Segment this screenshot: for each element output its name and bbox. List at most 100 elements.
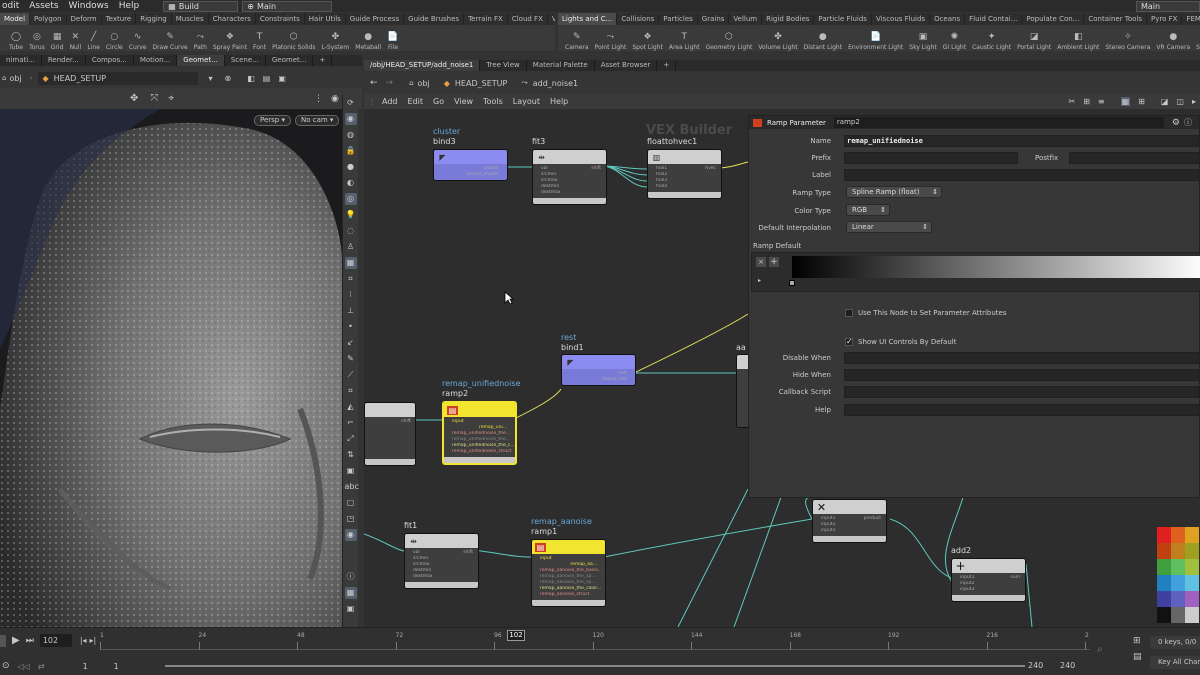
color-swatch-8[interactable] (1185, 559, 1199, 575)
bind3-node[interactable]: ◤ cluster bound_cluster (433, 149, 508, 181)
shelf_left-tool-7[interactable]: ✎ Draw Curve (149, 25, 190, 51)
tool-camera2-icon[interactable]: ▣ (345, 603, 357, 615)
keyframe-icon[interactable]: ⊞ (1133, 636, 1141, 646)
shelf_left-tab-5[interactable]: Muscles (172, 13, 209, 25)
tool-pin-icon[interactable]: ⌗ (345, 385, 357, 397)
next-key-icon[interactable]: ⏭ (26, 636, 34, 646)
color-swatch-10[interactable] (1171, 575, 1185, 591)
shelf_left-tool-4[interactable]: ╱ Line (84, 25, 103, 51)
tool-points-icon[interactable]: ⁝ (345, 289, 357, 301)
net-path-obj[interactable]: obj (418, 79, 430, 88)
tool-abc-icon[interactable]: abc (345, 481, 359, 493)
shelf_left-tool-8[interactable]: ⤳ Path (191, 25, 210, 51)
interpolation-dropdown[interactable]: Linear ⇕ (846, 221, 932, 233)
disable-when-field[interactable] (844, 352, 1199, 364)
help-field[interactable] (844, 404, 1199, 416)
shelf_left-tool-5[interactable]: ○ Circle (103, 25, 126, 51)
camera-button[interactable]: No cam ▾ (295, 115, 340, 126)
shelf_left-tool-6[interactable]: ∿ Curve (126, 25, 150, 51)
shelf_right-tool-8[interactable]: ▣ Sky Light (906, 25, 940, 51)
tool-bulb-icon[interactable]: ◌ (345, 225, 357, 237)
add2-node[interactable]: + input1 input2 input3 sum (951, 558, 1026, 602)
color-swatch-7[interactable] (1171, 559, 1185, 575)
param-node-name-field[interactable]: ramp2 (833, 117, 1164, 128)
ramp2-node-selected[interactable]: ▤ input remap_uni... remap_unifiednoise_th… (442, 401, 517, 465)
shelf_left-tool-3[interactable]: ✕ Null (66, 25, 84, 51)
shelf_right-tool-15[interactable]: ✹Switcher (1193, 25, 1200, 51)
shelf_right-tool-3[interactable]: T Area Light (666, 25, 703, 51)
bind1-node[interactable]: ◤ rest bound_rest (561, 354, 636, 386)
tool-light-icon[interactable]: 💡 (345, 209, 357, 221)
color-swatch-6[interactable] (1157, 559, 1171, 575)
timeline-track[interactable]: 1 24 48 72 96 120 144 168 192 216 2 (100, 632, 1090, 650)
pin-icon[interactable]: ▾ (208, 74, 212, 83)
shelf_left-tool-9[interactable]: ❖ Spray Paint (210, 25, 250, 51)
keyframe-icon-2[interactable]: ▤ (1133, 652, 1142, 662)
offscreen-fit-node[interactable]: shift (364, 402, 416, 466)
ramp-expand-icon[interactable]: ▸ (758, 277, 761, 284)
tool-display-icon[interactable]: ▢ (345, 497, 357, 509)
ramp2-port-6[interactable]: remap_unifiednoise_struct (444, 449, 515, 455)
add2-out-sum[interactable]: sum (1010, 575, 1020, 580)
key-search-icon[interactable]: ⌕ (1097, 644, 1103, 655)
shelf_left-tab-4[interactable]: Rigging (136, 13, 172, 25)
menu-windows[interactable]: Windows (69, 1, 109, 11)
color-swatch-9[interactable] (1157, 575, 1171, 591)
net-list-icon[interactable]: ≡ (1098, 97, 1105, 106)
left-pane-add-tab-icon[interactable]: + (313, 55, 333, 66)
prefix-field[interactable] (844, 152, 1018, 164)
ramp-add-key-icon[interactable]: + (769, 257, 779, 267)
right-main-dropdown[interactable]: Main (1136, 0, 1200, 12)
tool-normal-icon[interactable]: ⊥ (345, 305, 357, 317)
color-swatch-2[interactable] (1185, 527, 1199, 543)
range-slider[interactable] (165, 665, 1025, 667)
audio-icon[interactable]: ◁◁ (18, 662, 30, 671)
param-gear-icon[interactable]: ⚙ (1172, 118, 1180, 128)
path-node-field[interactable]: ◆ HEAD_SETUP (38, 71, 199, 85)
menu-assets[interactable]: Assets (29, 1, 58, 11)
net-menu-go[interactable]: Go (433, 97, 444, 106)
shelf_left-tab-9[interactable]: Guide Process (346, 13, 405, 25)
play-reverse-icon[interactable] (0, 634, 6, 647)
ramp1-port-7[interactable]: remap_aanoise_struct (532, 592, 605, 598)
shelf_right-tool-6[interactable]: ● Distant Light (801, 25, 845, 51)
viewport-settings-icon[interactable]: ◉ (331, 94, 339, 104)
net-tools-icon[interactable]: ✂ (1068, 97, 1075, 106)
shelf_right-tab-8[interactable]: Oceans (930, 13, 966, 25)
color-swatch-16[interactable] (1171, 607, 1185, 623)
handle-icon[interactable]: ✥ (130, 93, 138, 104)
shelf_right-tab-9[interactable]: Fluid Contai... (965, 13, 1023, 25)
use-node-checkbox[interactable] (845, 309, 853, 317)
name-field[interactable]: remap_unifiednoise (844, 135, 1199, 147)
floattohvec1-node[interactable]: ▥ fval1 fval2 fval3 fval4 hvec (647, 149, 722, 199)
net-palette-icon[interactable]: ◫ (1176, 97, 1184, 106)
net-path-node[interactable]: add_noise1 (533, 79, 578, 88)
partial-node-label[interactable]: aa (736, 343, 746, 352)
ramp-remove-key-icon[interactable]: × (756, 257, 766, 267)
tool-info-icon[interactable]: ⓘ (345, 571, 357, 583)
ramp-type-dropdown[interactable]: Spline Ramp (float) ⇕ (846, 186, 942, 198)
left-pane-tab-3[interactable]: Motion... (134, 55, 178, 66)
tool-bone-icon[interactable]: ⟋ (345, 369, 357, 381)
shelf_right-tab-6[interactable]: Particle Fluids (814, 13, 872, 25)
color-swatch-14[interactable] (1185, 591, 1199, 607)
shelf_right-tool-9[interactable]: ✺ GI Light (940, 25, 969, 51)
postfix-field[interactable] (1069, 152, 1199, 164)
shelf_left-tool-13[interactable]: ● Metaball (352, 25, 384, 51)
ftv-out-hvec[interactable]: hvec (705, 166, 716, 171)
net-menu-layout[interactable]: Layout (513, 97, 540, 106)
callback-field[interactable] (844, 386, 1199, 398)
timeline-cursor[interactable]: 102 (507, 630, 525, 641)
bind1-name[interactable]: bind1 (561, 343, 584, 352)
range-start[interactable]: 1 (83, 662, 88, 671)
color-type-dropdown[interactable]: RGB ⇕ (846, 204, 890, 216)
shelf_left-tool-10[interactable]: T Font (250, 25, 269, 51)
shelf_left-tab-12[interactable]: Cloud FX (508, 13, 548, 25)
tool-dot-icon[interactable]: • (345, 321, 357, 333)
shelf_left-tool-14[interactable]: 📄 File (384, 25, 402, 51)
bind3-port-bound[interactable]: bound_cluster (434, 172, 507, 178)
tool-layout-icon[interactable]: ▦ (344, 587, 357, 599)
color-swatch-15[interactable] (1157, 607, 1171, 623)
tool-wire-icon[interactable]: ◎ (344, 193, 357, 205)
shelf_left-tool-0[interactable]: ◯ Tube (6, 25, 26, 51)
